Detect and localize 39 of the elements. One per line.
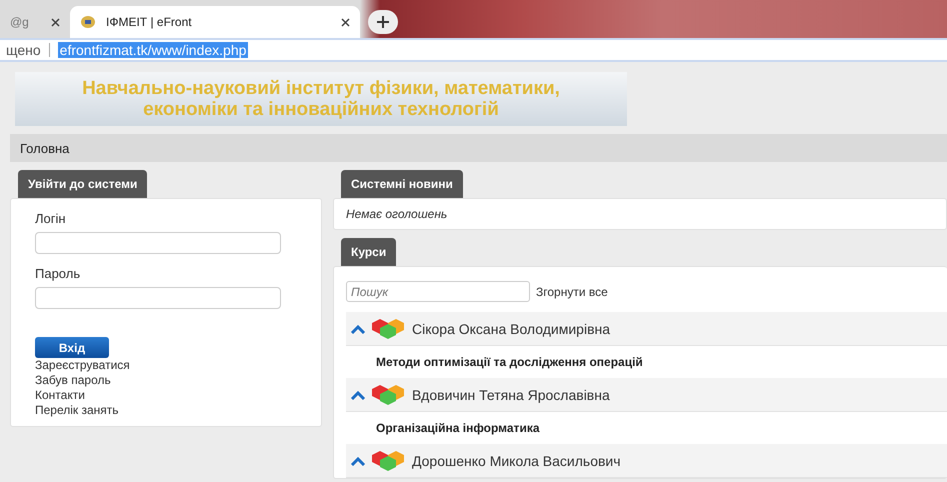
login-link[interactable]: Забув пароль (35, 373, 297, 388)
browser-tab[interactable]: ІФМЕІТ | eFront (70, 6, 360, 38)
institute-banner: Навчально-науковий інститут фізики, математики, економіки та інноваційних технологій (15, 72, 627, 126)
tab-title: ІФМЕІТ | eFront (106, 15, 193, 29)
instructor-name: Дорошенко Микола Васильович (412, 452, 621, 468)
instructor-name: Сікора Оксана Володимирівна (412, 320, 610, 336)
field-label: Пароль (35, 266, 82, 281)
url-text: efrontfizmat.tk/www/index.php (58, 42, 248, 58)
instructor-row[interactable]: Сікора Оксана Володимирівна (346, 312, 947, 346)
search-field[interactable]: Пошук (346, 281, 530, 302)
chevron-up-icon[interactable] (350, 324, 366, 334)
login-link[interactable]: Зареєструватися (35, 358, 297, 373)
chevron-up-icon[interactable] (350, 390, 366, 400)
field-label: Логін (35, 211, 67, 226)
panel-header: Увійти до системи (18, 170, 148, 198)
emblem-icon (80, 15, 96, 29)
login-link[interactable]: Перелік занять (35, 403, 297, 418)
security-label: щено (6, 42, 41, 58)
input-field[interactable] (35, 287, 281, 309)
close-icon[interactable] (341, 18, 350, 26)
instructor-row[interactable]: Вдовичин Тетяна Ярославівна (346, 378, 947, 412)
plus-icon (377, 16, 389, 28)
tab-title: @g (10, 15, 30, 29)
input-field[interactable] (35, 232, 281, 254)
nav-link[interactable]: Головна (20, 140, 70, 156)
login-link[interactable]: Контакти (35, 388, 297, 403)
panel-header: Системні новини (341, 170, 463, 198)
close-icon[interactable] (51, 18, 60, 26)
instructor-row[interactable]: Дорошенко Микола Васильович (346, 444, 947, 478)
instructor-name: Вдовичин Тетяна Ярославівна (412, 386, 610, 402)
news-message: Немає оголошень (333, 198, 947, 230)
collapse-all-link[interactable]: Згорнути все (536, 284, 608, 298)
course-link[interactable]: Методи оптимізації та дослідження операцій (376, 355, 643, 369)
course-link[interactable]: Організаційна інформатика (376, 421, 540, 435)
chevron-up-icon[interactable] (350, 456, 366, 466)
login-button[interactable]: Вхід (35, 337, 109, 358)
panel-header: Курси (341, 238, 396, 266)
address-bar[interactable]: щено efrontfizmat.tk/www/index.php (0, 38, 947, 62)
new-tab-button[interactable] (368, 10, 398, 34)
